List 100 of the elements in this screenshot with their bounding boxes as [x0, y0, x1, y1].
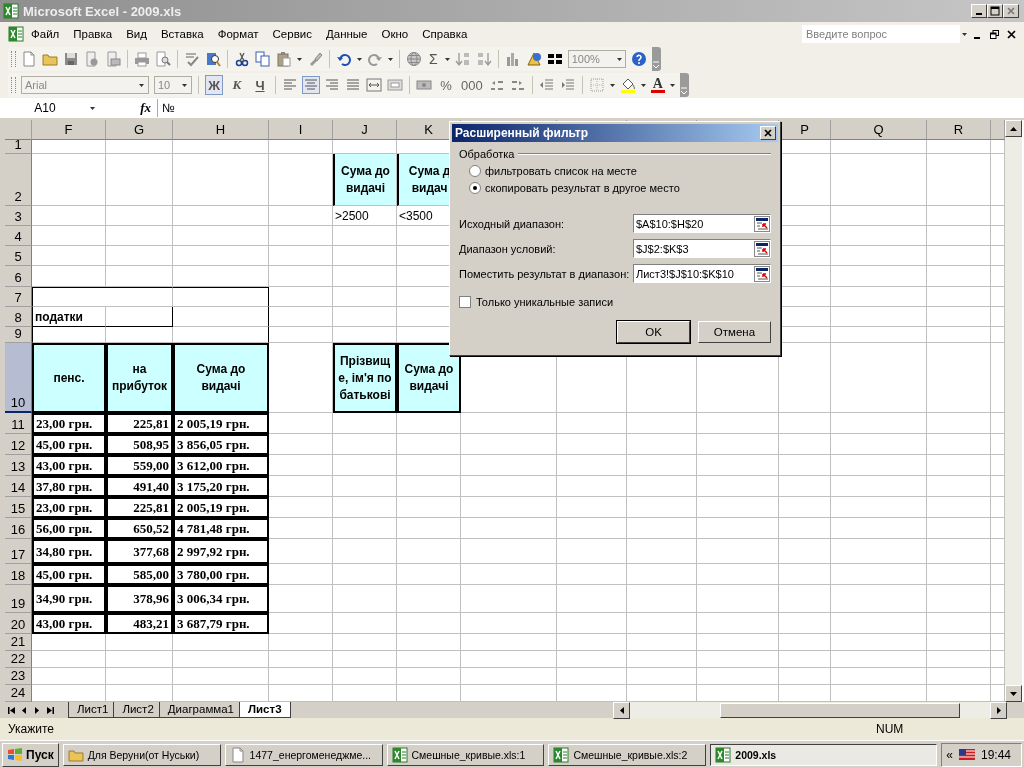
- taskbar-button[interactable]: Смешные_кривые.xls:2: [548, 743, 707, 766]
- table-cell: 3 687,79 грн.: [173, 613, 269, 634]
- table-cell: 45,00 грн.: [32, 564, 106, 585]
- column-header[interactable]: J: [333, 120, 397, 140]
- option-label[interactable]: фильтровать список на месте: [485, 165, 637, 177]
- input-field[interactable]: Лист3!$J$10:$K$10: [633, 264, 771, 283]
- row-header[interactable]: 1: [5, 140, 32, 154]
- header-cell: пенс.: [32, 343, 106, 413]
- menu-item[interactable]: Правка: [66, 26, 120, 42]
- row-header[interactable]: 14: [5, 476, 32, 497]
- table-cell: 483,21: [106, 613, 173, 634]
- font-color-button[interactable]: A: [650, 77, 665, 93]
- row-header[interactable]: 11: [5, 413, 32, 434]
- row-header[interactable]: 4: [5, 226, 32, 246]
- table-cell: 508,95: [106, 434, 173, 455]
- table-cell: 491,40: [106, 476, 173, 497]
- row-header[interactable]: 16: [5, 518, 32, 539]
- field-label: Поместить результат в диапазон:: [459, 267, 630, 280]
- name-box[interactable]: A10: [0, 99, 90, 117]
- row-header[interactable]: 2: [5, 154, 32, 206]
- row-header[interactable]: 10: [5, 343, 32, 413]
- row-header[interactable]: 7: [5, 287, 32, 307]
- table-cell: 3 612,00 грн.: [173, 455, 269, 476]
- sheet-tab[interactable]: Лист3: [239, 702, 291, 718]
- input-field[interactable]: $A$10:$H$20: [633, 214, 771, 233]
- column-header[interactable]: I: [269, 120, 333, 140]
- group-label: Обработка: [459, 148, 515, 160]
- column-header[interactable]: F: [32, 120, 106, 140]
- row-header[interactable]: 17: [5, 539, 32, 564]
- row-header[interactable]: 18: [5, 564, 32, 585]
- menu-item[interactable]: Сервис: [265, 26, 319, 42]
- row-header[interactable]: 5: [5, 246, 32, 266]
- table-cell: >2500: [333, 206, 397, 226]
- table-cell: 56,00 грн.: [32, 518, 106, 539]
- status-text: Укажите: [8, 722, 56, 736]
- row-header[interactable]: 13: [5, 455, 32, 476]
- row-header[interactable]: 3: [5, 206, 32, 226]
- column-header[interactable]: P: [779, 120, 831, 140]
- table-cell: 3 780,00 грн.: [173, 564, 269, 585]
- table-cell: 377,68: [106, 539, 173, 564]
- taskbar-button[interactable]: 2009.xls: [710, 743, 938, 766]
- row-header[interactable]: 19: [5, 585, 32, 613]
- header-cell: Прізвище, ім'я по батькові: [333, 343, 397, 413]
- checkbox-label[interactable]: Только уникальные записи: [476, 296, 614, 308]
- ok-button[interactable]: OK: [617, 321, 690, 343]
- row-header[interactable]: 20: [5, 613, 32, 634]
- row-header[interactable]: 15: [5, 497, 32, 518]
- table-cell: 3 175,20 грн.: [173, 476, 269, 497]
- taskbar-button[interactable]: Смешные_кривые.xls:1: [386, 743, 545, 766]
- header-cell: Сума до видачі: [397, 343, 461, 413]
- menu-item[interactable]: Справка: [415, 26, 475, 42]
- table-cell: 43,00 грн.: [32, 613, 106, 634]
- menu-item[interactable]: Вставка: [153, 26, 211, 42]
- row-header[interactable]: 21: [5, 634, 32, 651]
- table-cell: 3 006,34 грн.: [173, 585, 269, 613]
- formula-field[interactable]: №: [157, 99, 1024, 117]
- menu-item[interactable]: Формат: [210, 26, 266, 42]
- row-header[interactable]: 23: [5, 668, 32, 685]
- row-header[interactable]: 9: [5, 327, 32, 343]
- menu-item[interactable]: Файл: [24, 26, 67, 42]
- input-field[interactable]: $J$2:$K$3: [633, 239, 771, 258]
- row-header[interactable]: 12: [5, 434, 32, 455]
- italic-button[interactable]: К: [228, 75, 246, 95]
- taskbar-button[interactable]: Для Веруни(от Нуськи): [62, 743, 221, 766]
- table-cell: 585,00: [106, 564, 173, 585]
- table-cell: 2 997,92 грн.: [173, 539, 269, 564]
- thousands-button[interactable]: 000: [460, 75, 484, 95]
- table-cell: 34,80 грн.: [32, 539, 106, 564]
- column-header[interactable]: Q: [831, 120, 927, 140]
- column-header[interactable]: H: [173, 120, 269, 140]
- column-header[interactable]: R: [927, 120, 991, 140]
- row-header[interactable]: 8: [5, 307, 32, 327]
- taskbar-button[interactable]: 1477_енергоменеджме...: [224, 743, 383, 766]
- cancel-button[interactable]: Отмена: [698, 321, 771, 343]
- row-header[interactable]: 24: [5, 685, 32, 702]
- menu-item[interactable]: Данные: [318, 26, 375, 42]
- autosum-button[interactable]: Σ: [427, 51, 440, 67]
- menu-item[interactable]: Окно: [374, 26, 416, 42]
- header-cell: на прибуток: [106, 343, 173, 413]
- underline-button[interactable]: Ч: [251, 75, 269, 95]
- start-button[interactable]: Пуск: [2, 742, 59, 767]
- table-cell: податки: [32, 307, 106, 327]
- bold-button[interactable]: Ж: [205, 75, 223, 95]
- column-header[interactable]: G: [106, 120, 173, 140]
- header-cell: Сума до видачі: [173, 343, 269, 413]
- table-cell: 378,96: [106, 585, 173, 613]
- row-header[interactable]: 22: [5, 651, 32, 668]
- menu-item[interactable]: Вид: [119, 26, 154, 42]
- table-cell: 559,00: [106, 455, 173, 476]
- option-label[interactable]: скопировать результат в другое место: [485, 182, 680, 194]
- status-indicator: NUM: [876, 722, 904, 736]
- function-button[interactable]: fx: [95, 100, 157, 116]
- field-label: Исходный диапазон:: [459, 217, 565, 230]
- table-cell: 2 005,19 грн.: [173, 413, 269, 434]
- percent-button[interactable]: %: [437, 75, 455, 95]
- window-title: Microsoft Excel - 2009.xls: [23, 3, 183, 19]
- help-search-field[interactable]: Введите вопрос: [802, 25, 960, 43]
- table-cell: 45,00 грн.: [32, 434, 106, 455]
- row-header[interactable]: 6: [5, 266, 32, 287]
- tray-expand-button[interactable]: «: [946, 747, 953, 762]
